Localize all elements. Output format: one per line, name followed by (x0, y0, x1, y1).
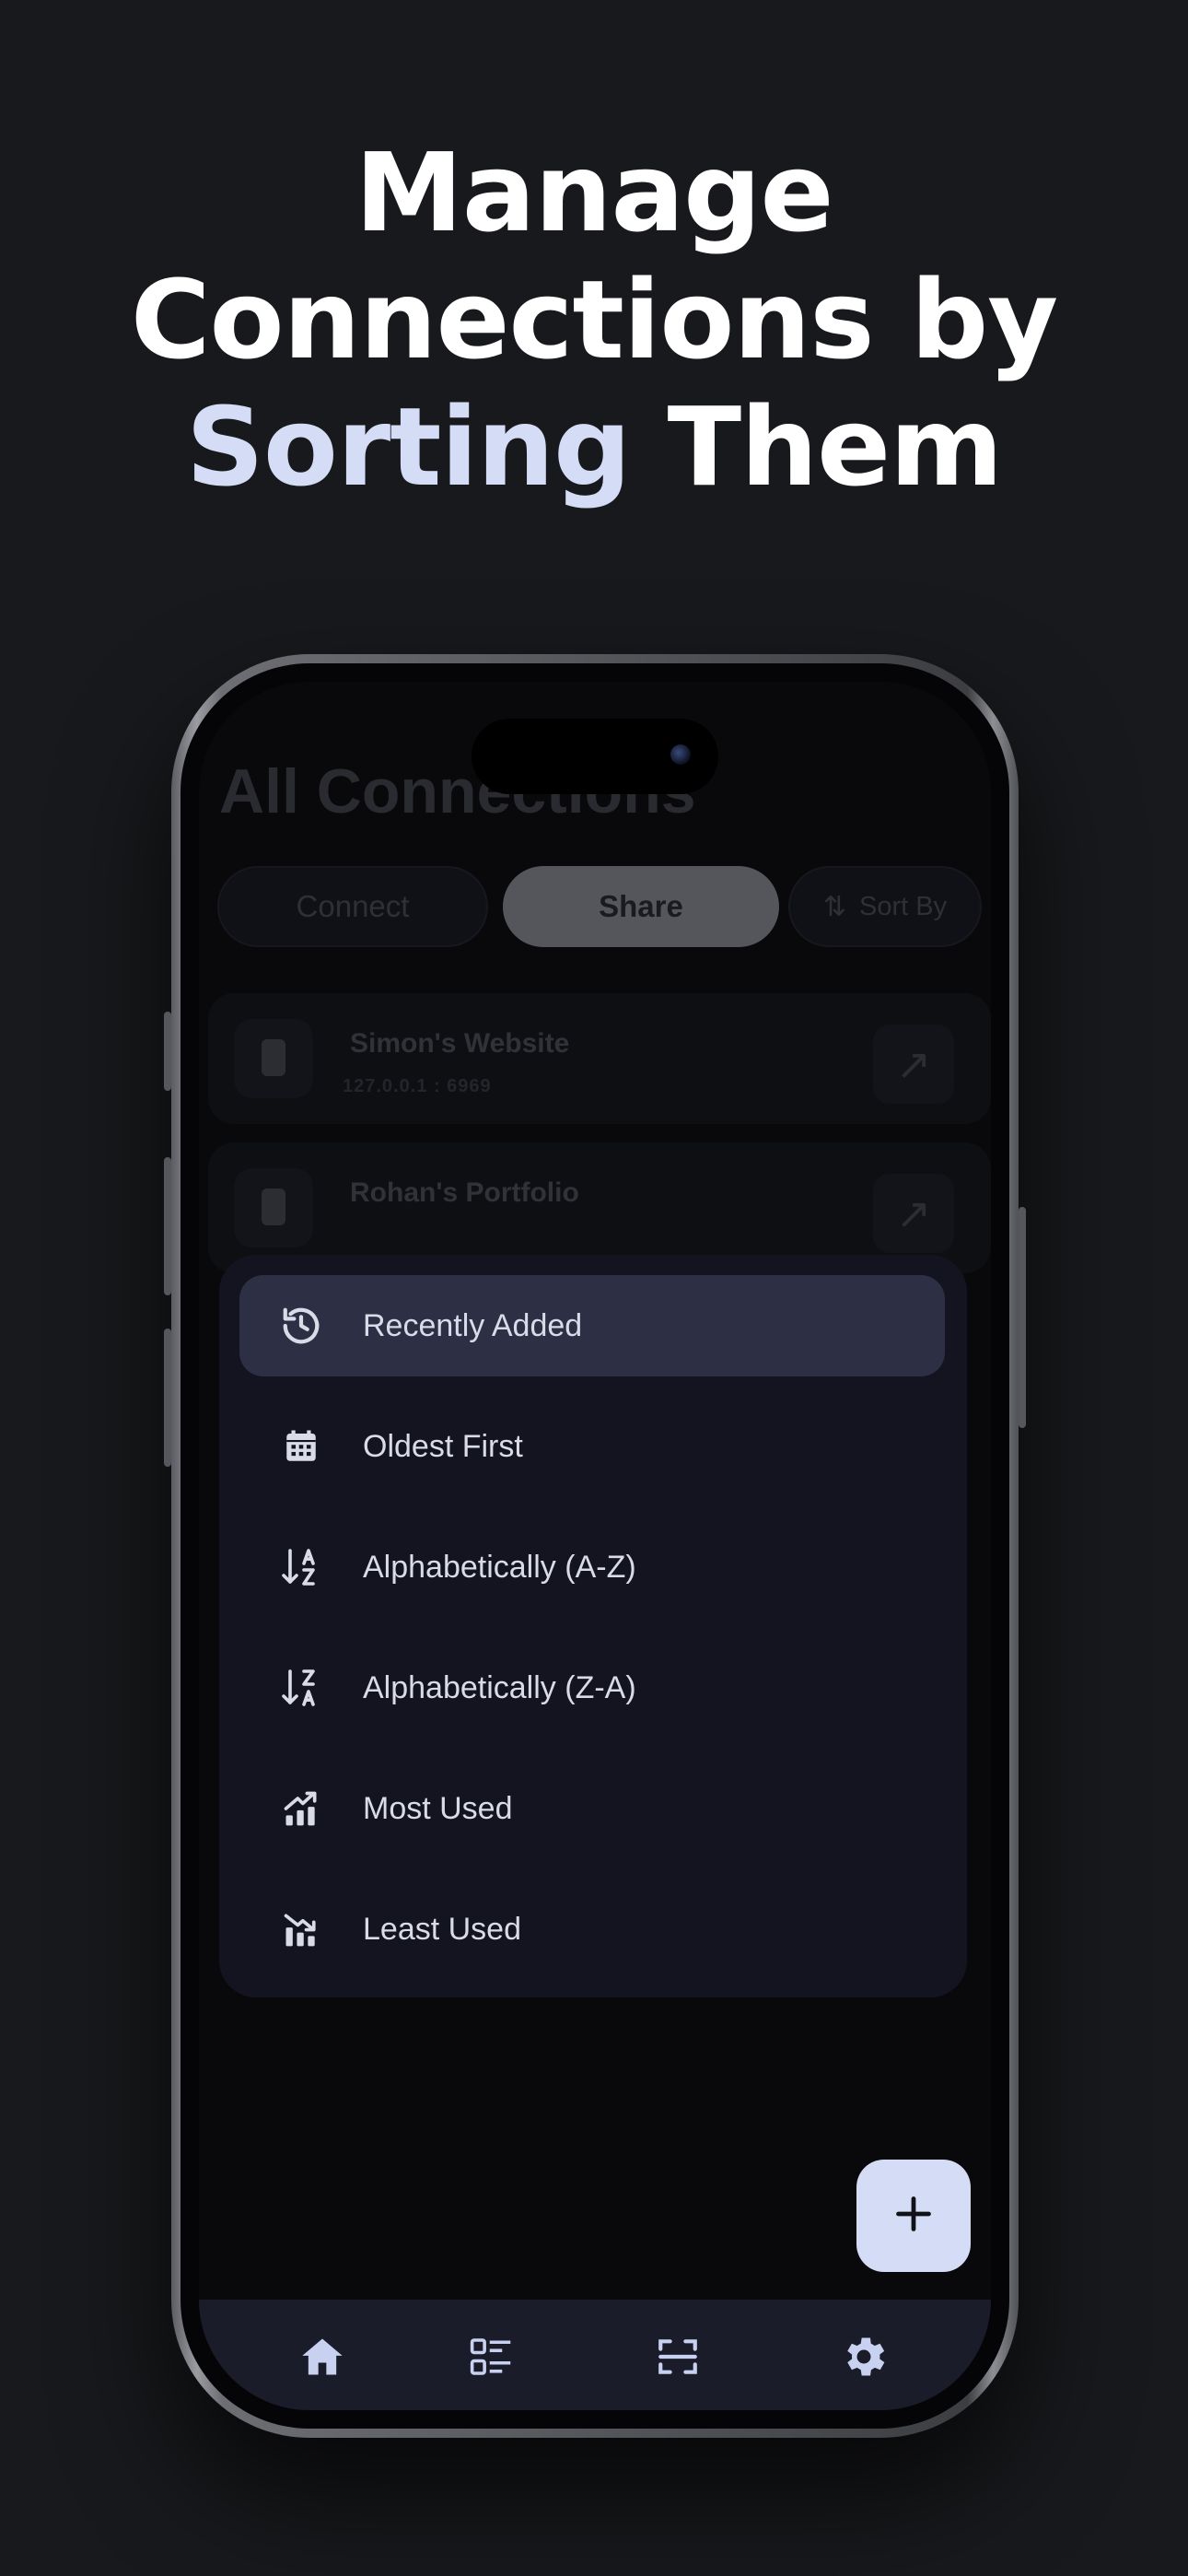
history-icon (278, 1303, 324, 1349)
settings-icon[interactable] (838, 2331, 890, 2383)
sort-alpha-asc-icon (278, 1544, 324, 1590)
headline-accent: Sorting (185, 383, 632, 510)
trending-down-chart-icon (278, 1906, 324, 1952)
sort-arrows-icon: ⇅ (822, 891, 847, 922)
sort-option-label: Alphabetically (A-Z) (363, 1549, 636, 1585)
database-icon (234, 1168, 313, 1247)
volume-down-button (164, 1329, 171, 1467)
camera-icon (670, 744, 691, 765)
sort-by-button[interactable]: ⇅ Sort By (788, 866, 982, 947)
sort-alpha-desc-icon (278, 1665, 324, 1711)
power-button (1019, 1207, 1026, 1428)
sort-option-label: Least Used (363, 1911, 521, 1947)
scan-icon[interactable] (652, 2331, 704, 2383)
headline: Manage Connections by Sorting Them (0, 129, 1188, 510)
headline-line-3: Sorting Them (0, 383, 1188, 510)
trending-up-chart-icon (278, 1786, 324, 1832)
tab-share[interactable]: Share (503, 866, 779, 947)
headline-line-2: Connections by (130, 256, 1058, 383)
add-connection-button[interactable] (856, 2160, 971, 2272)
dynamic-island (472, 719, 718, 794)
headline-line-3-rest: Them (630, 383, 1003, 510)
sort-option-least-used[interactable]: Least Used (239, 1879, 945, 1980)
app-screen: All Connections Connect Share ⇅ Sort By … (199, 682, 991, 2410)
volume-up-button (164, 1157, 171, 1295)
tab-connect[interactable]: Connect (217, 866, 488, 947)
sort-option-label: Recently Added (363, 1307, 583, 1343)
sort-menu: Recently Added Oldest First Alphabetical… (219, 1255, 967, 1997)
headline-line-1: Manage (355, 129, 833, 256)
sort-option-alpha-asc[interactable]: Alphabetically (A-Z) (239, 1516, 945, 1618)
connection-card[interactable]: Simon's Website 127.0.0.1 : 6969 ↗ (208, 993, 991, 1124)
open-external-icon[interactable]: ↗ (873, 1025, 954, 1104)
sort-option-oldest-first[interactable]: Oldest First (239, 1396, 945, 1497)
sort-option-most-used[interactable]: Most Used (239, 1758, 945, 1859)
sort-option-label: Most Used (363, 1790, 513, 1826)
connection-name: Simon's Website (350, 1028, 570, 1059)
sort-option-recently-added[interactable]: Recently Added (239, 1275, 945, 1376)
calendar-icon (278, 1423, 324, 1469)
home-icon[interactable] (297, 2331, 348, 2383)
open-external-icon[interactable]: ↗ (873, 1174, 954, 1253)
plus-icon (893, 2194, 934, 2239)
sort-by-label: Sort By (859, 891, 948, 921)
action-button (164, 1012, 171, 1091)
sort-option-label: Oldest First (363, 1428, 523, 1464)
bottom-nav (199, 2300, 991, 2410)
database-icon (234, 1019, 313, 1098)
connection-card[interactable]: Rohan's Portfolio ↗ (208, 1142, 991, 1273)
sort-option-label: Alphabetically (Z-A) (363, 1669, 636, 1705)
list-icon[interactable] (466, 2331, 518, 2383)
connection-address: 127.0.0.1 : 6969 (343, 1076, 492, 1096)
connection-name: Rohan's Portfolio (350, 1177, 579, 1208)
phone-frame: All Connections Connect Share ⇅ Sort By … (164, 654, 1026, 2438)
sort-option-alpha-desc[interactable]: Alphabetically (Z-A) (239, 1637, 945, 1739)
